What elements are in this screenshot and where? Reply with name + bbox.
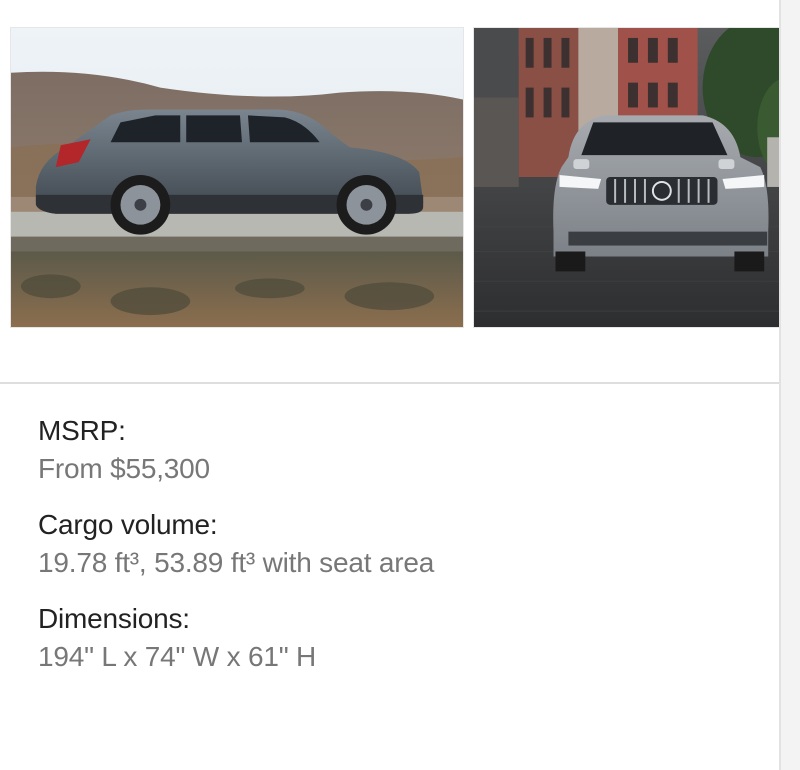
car-side-photo[interactable] [10, 27, 464, 328]
spec-list: MSRP: From $55,300 Cargo volume: 19.78 f… [38, 412, 759, 694]
spec-msrp: MSRP: From $55,300 [38, 412, 759, 488]
spec-value: 194" L x 74" W x 61" H [38, 641, 317, 672]
car-front-photo[interactable] [473, 27, 779, 328]
car-side-image [11, 28, 463, 327]
spec-label: MSRP: [38, 415, 126, 446]
spec-value: 19.78 ft³, 53.89 ft³ with seat area [38, 547, 435, 578]
car-front-image [474, 28, 779, 327]
spec-value: From $55,300 [38, 453, 210, 484]
spec-cargo-volume: Cargo volume: 19.78 ft³, 53.89 ft³ with … [38, 506, 759, 582]
spec-label: Cargo volume: [38, 509, 218, 540]
spec-card: MSRP: From $55,300 Cargo volume: 19.78 f… [0, 0, 781, 770]
image-gallery[interactable] [0, 0, 779, 384]
spec-label: Dimensions: [38, 603, 190, 634]
spec-dimensions: Dimensions: 194" L x 74" W x 61" H [38, 600, 759, 676]
